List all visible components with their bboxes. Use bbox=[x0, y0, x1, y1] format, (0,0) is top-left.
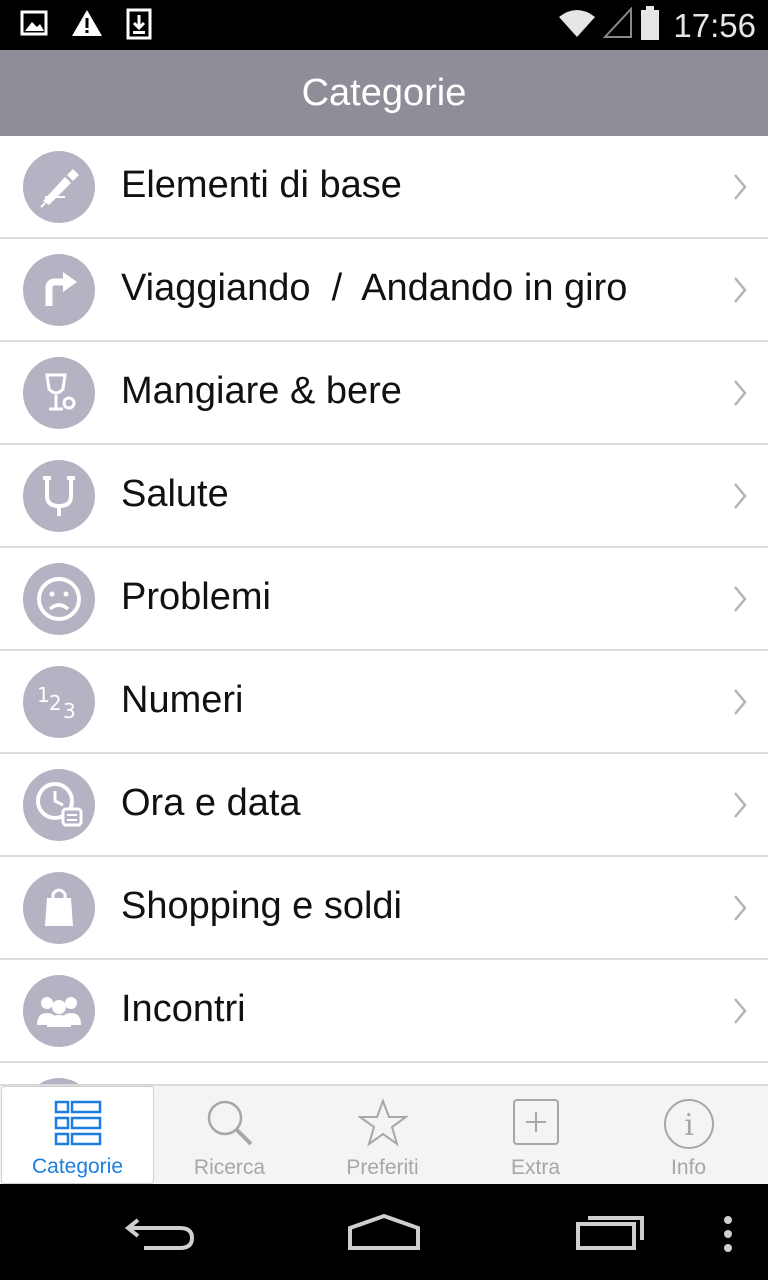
grid-list-icon bbox=[54, 1099, 102, 1153]
category-row-shopping-e-soldi[interactable]: Shopping e soldi bbox=[0, 857, 768, 960]
svg-text:2: 2 bbox=[49, 691, 62, 715]
chevron-right-icon bbox=[732, 378, 748, 413]
svg-text:1: 1 bbox=[37, 683, 50, 707]
turn-right-arrow-icon bbox=[23, 254, 95, 326]
magnifier-icon bbox=[205, 1098, 255, 1154]
category-label: Mangiare & bere bbox=[121, 370, 402, 412]
chevron-right-icon bbox=[732, 790, 748, 825]
category-row-elementi-di-base[interactable]: Elementi di base bbox=[0, 136, 768, 239]
tab-label: Categorie bbox=[31, 1155, 124, 1178]
category-label: Problemi bbox=[121, 576, 271, 618]
category-row-salute[interactable]: Salute bbox=[0, 445, 768, 548]
category-label: Elementi di base bbox=[121, 164, 402, 206]
battery-icon bbox=[639, 5, 661, 46]
chevron-right-icon bbox=[732, 172, 748, 207]
category-label: Viaggiando / Andando in giro bbox=[121, 267, 628, 309]
sad-face-icon bbox=[23, 563, 95, 635]
back-icon[interactable] bbox=[124, 1212, 196, 1257]
recent-apps-icon[interactable] bbox=[574, 1212, 648, 1257]
category-row-viaggiando[interactable]: Viaggiando / Andando in giro bbox=[0, 239, 768, 342]
info-icon: i bbox=[663, 1098, 715, 1156]
category-row-ora-e-data[interactable]: Ora e data bbox=[0, 754, 768, 857]
category-row-problemi[interactable]: Problemi bbox=[0, 548, 768, 651]
svg-text:i: i bbox=[684, 1108, 694, 1143]
tab-preferiti[interactable]: Preferiti bbox=[306, 1086, 459, 1184]
stethoscope-icon bbox=[23, 460, 95, 532]
tab-bar: Categorie Ricerca Preferiti Extra i Info bbox=[0, 1084, 768, 1184]
tab-label: Ricerca bbox=[193, 1156, 266, 1179]
tab-info[interactable]: i Info bbox=[612, 1086, 765, 1184]
signal-icon bbox=[603, 6, 633, 44]
system-nav-bar bbox=[0, 1184, 768, 1280]
category-row-incontri[interactable]: Incontri bbox=[0, 960, 768, 1063]
chevron-right-icon bbox=[732, 584, 748, 619]
glass-bottle-icon bbox=[23, 357, 95, 429]
wifi-icon bbox=[557, 7, 597, 44]
image-icon bbox=[20, 8, 48, 45]
chevron-right-icon bbox=[732, 687, 748, 722]
tab-label: Info bbox=[670, 1156, 707, 1179]
download-icon bbox=[126, 8, 152, 45]
tab-ricerca[interactable]: Ricerca bbox=[153, 1086, 306, 1184]
shopping-bag-icon bbox=[23, 872, 95, 944]
category-label: Numeri bbox=[121, 679, 244, 721]
page-title: Categorie bbox=[301, 71, 467, 114]
category-list[interactable]: Elementi di base Viaggiando / Andando in… bbox=[0, 136, 768, 1084]
home-icon[interactable] bbox=[346, 1212, 422, 1257]
warning-icon bbox=[70, 8, 104, 45]
tab-label: Preferiti bbox=[346, 1156, 419, 1179]
category-label: Incontri bbox=[121, 988, 246, 1030]
category-label: Shopping e soldi bbox=[121, 885, 402, 927]
numbers-123-icon: 123 bbox=[23, 666, 95, 738]
clock-calendar-icon bbox=[23, 769, 95, 841]
category-label: Ora e data bbox=[121, 782, 301, 824]
svg-text:3: 3 bbox=[63, 699, 76, 723]
category-label: Salute bbox=[121, 473, 229, 515]
tab-label: Extra bbox=[510, 1156, 560, 1179]
status-bar: 17:56 bbox=[0, 0, 768, 50]
pencil-icon bbox=[23, 151, 95, 223]
header-bar: Categorie bbox=[0, 50, 768, 136]
plus-box-icon bbox=[512, 1098, 560, 1152]
tab-categorie[interactable]: Categorie bbox=[1, 1086, 154, 1184]
people-group-icon bbox=[23, 975, 95, 1047]
category-row-partial[interactable] bbox=[0, 1063, 768, 1084]
chevron-right-icon bbox=[732, 893, 748, 928]
tab-extra[interactable]: Extra bbox=[459, 1086, 612, 1184]
overflow-menu-icon[interactable] bbox=[722, 1214, 734, 1259]
chevron-right-icon bbox=[732, 996, 748, 1031]
category-row-numeri[interactable]: 123 Numeri bbox=[0, 651, 768, 754]
star-icon bbox=[356, 1098, 409, 1154]
status-time: 17:56 bbox=[673, 6, 756, 44]
category-row-mangiare-bere[interactable]: Mangiare & bere bbox=[0, 342, 768, 445]
chevron-right-icon bbox=[732, 275, 748, 310]
chevron-right-icon bbox=[732, 481, 748, 516]
